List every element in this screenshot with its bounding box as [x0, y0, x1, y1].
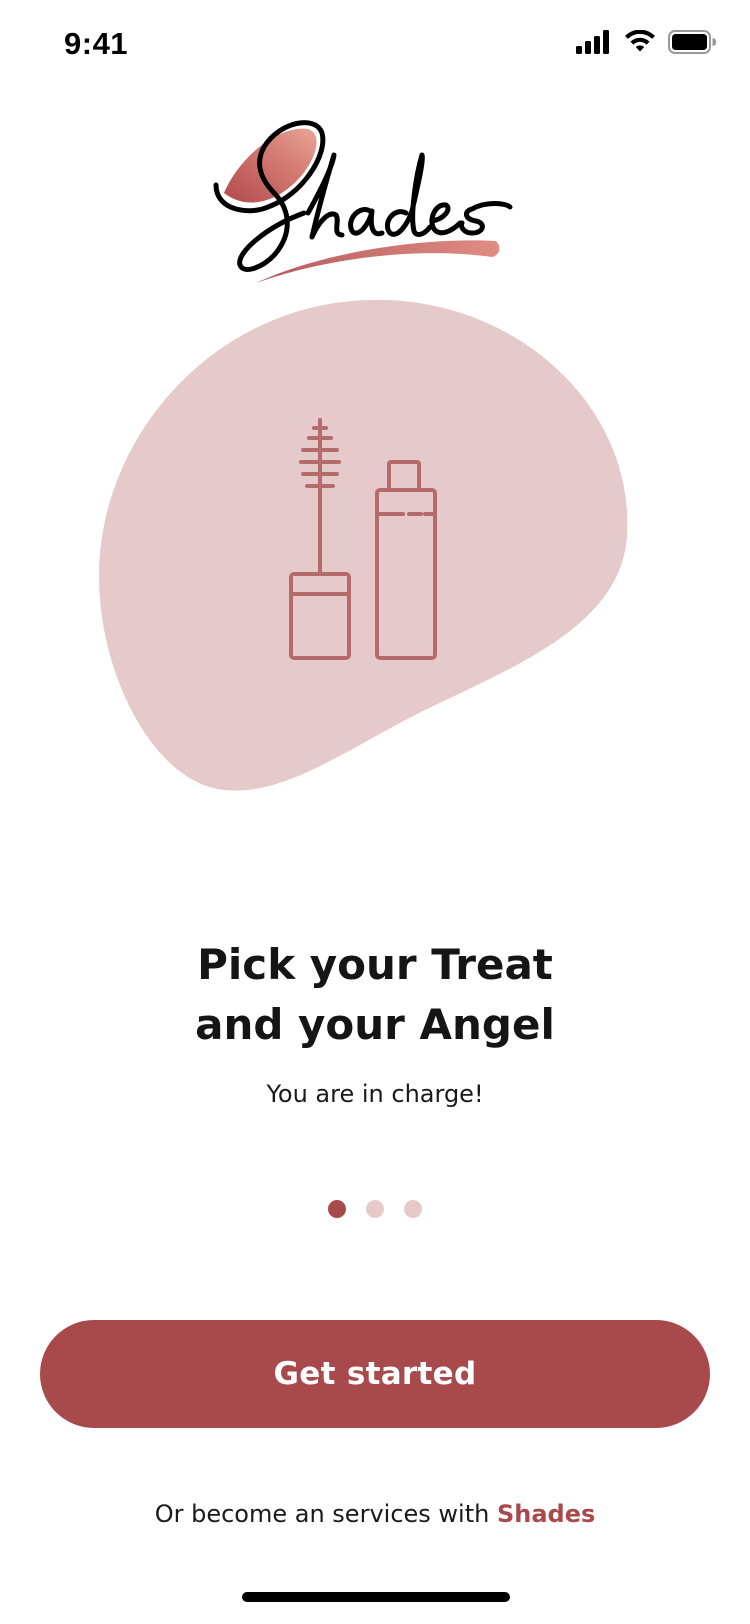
page-dot-2[interactable] — [366, 1200, 384, 1218]
hero-illustration — [95, 296, 655, 816]
get-started-button[interactable]: Get started — [40, 1320, 710, 1428]
battery-icon — [668, 30, 716, 54]
status-time: 9:41 — [64, 26, 129, 61]
shades-provider-link[interactable]: Shades — [497, 1500, 595, 1528]
status-bar: 9:41 — [0, 0, 750, 94]
cellular-signal-icon — [576, 30, 609, 54]
wifi-icon — [625, 30, 655, 52]
status-icons — [576, 30, 716, 54]
onboarding-title: Pick your Treat and your Angel — [0, 935, 750, 1055]
cosmetic-bottle-icon — [375, 460, 437, 660]
onboarding-title-line-1: Pick your Treat — [197, 940, 553, 989]
page-dot-1[interactable] — [328, 1200, 346, 1218]
home-indicator[interactable] — [242, 1592, 510, 1602]
brand-logo — [210, 115, 530, 295]
provider-signup-text: Or become an services with — [154, 1500, 497, 1528]
page-dot-3[interactable] — [404, 1200, 422, 1218]
page-indicator — [0, 1200, 750, 1218]
onboarding-subtitle: You are in charge! — [266, 1080, 484, 1108]
shades-logo-mark — [213, 120, 513, 283]
provider-signup-prompt: Or become an services with Shades — [0, 1500, 750, 1528]
mascara-icon — [289, 418, 351, 660]
onboarding-title-line-2: and your Angel — [195, 1000, 555, 1049]
